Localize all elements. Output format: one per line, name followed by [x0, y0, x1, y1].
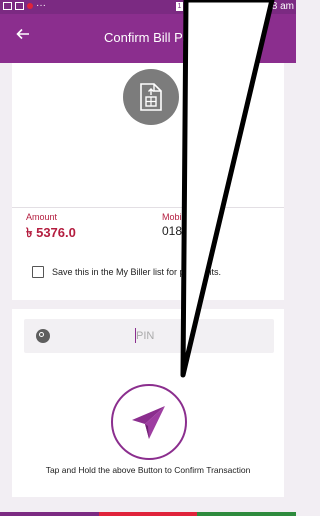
pointer-arrow-annotation — [180, 0, 275, 378]
